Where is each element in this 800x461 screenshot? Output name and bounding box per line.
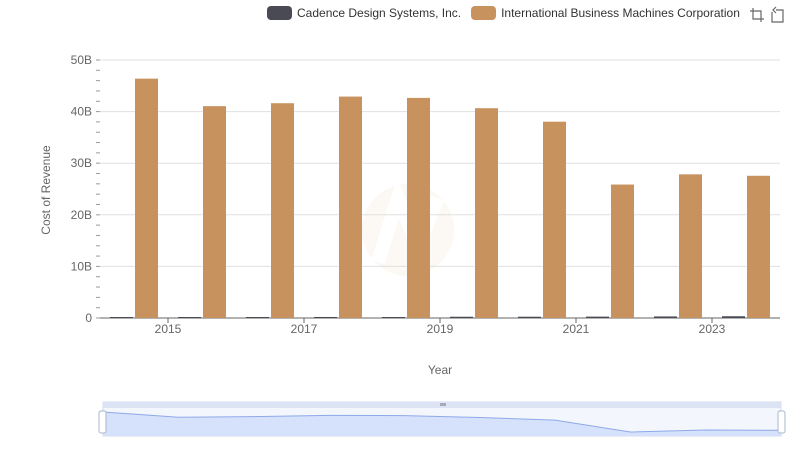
bar-cadence [382,317,405,318]
x-tick-label: 2023 [699,322,726,336]
y-tick-label: 20B [71,208,92,222]
y-tick-label: 0 [85,311,92,325]
slider-grip [440,403,446,406]
bar-cadence [722,316,745,318]
bar-ibm [339,96,362,319]
x-axis: 2015 2017 2019 2021 2023 [100,317,780,336]
bar-ibm [271,103,294,318]
bar-cadence [178,317,201,318]
bar-ibm [679,174,702,318]
y-tick-label: 50B [71,53,92,67]
bar-ibm [747,175,770,318]
bar-ibm [203,106,226,319]
bar-cadence [314,316,337,318]
bar-cadence [246,317,269,318]
chart-canvas: 0 10B 20B 30B 40B 50B 2015 2017 2019 2021 2023 Co… [39,53,786,437]
slider-handle-left[interactable] [98,410,107,434]
slider-handle-right[interactable] [777,410,786,434]
bar-cadence [654,316,677,318]
x-tick-label: 2015 [155,322,182,336]
bar-ibm [475,108,498,319]
bar-ibm [135,78,158,318]
bar-cadence [450,316,473,318]
bar-ibm [543,121,566,318]
x-tick-label: 2017 [291,322,318,336]
y-tick-label: 30B [71,156,92,170]
bar-ibm [611,184,634,318]
bar-cadence [518,316,541,318]
x-tick-label: 2019 [427,322,454,336]
y-tick-label: 40B [71,105,92,119]
y-axis-label: Cost of Revenue [39,145,53,235]
y-axis: 0 10B 20B 30B 40B 50B [71,53,100,325]
zoom-slider[interactable] [98,401,786,437]
bar-cadence [586,316,609,318]
bar-cadence [110,317,133,318]
y-tick-label: 10B [71,259,92,273]
x-axis-label: Year [428,363,452,377]
bar-ibm [407,97,430,318]
x-tick-label: 2021 [563,322,590,336]
